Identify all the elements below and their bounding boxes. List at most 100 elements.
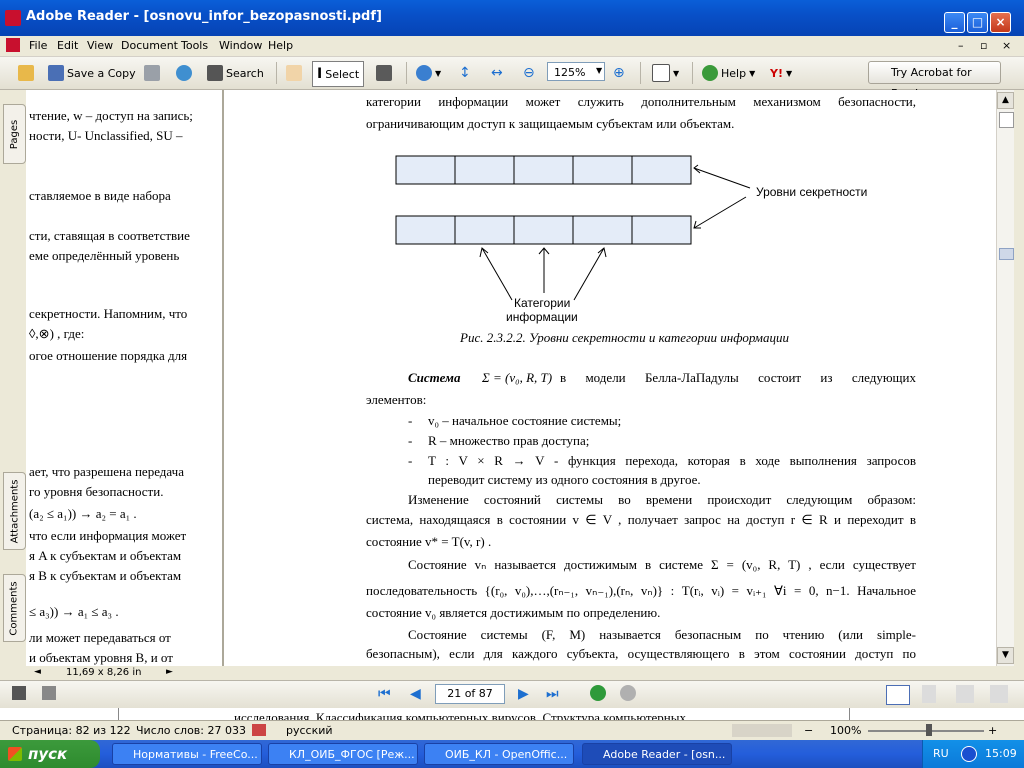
task-openoffice[interactable]: ОИБ_КЛ - OpenOffic...	[424, 743, 574, 765]
help-icon	[702, 65, 718, 81]
menu-window[interactable]: Window	[219, 39, 262, 52]
left-line: я A к субъектам и объектам	[29, 548, 182, 563]
zoom-in-button[interactable]: ⊕	[613, 62, 625, 84]
doc-text: v₀ – начальное состояние системы;	[428, 413, 622, 428]
level-cell	[454, 155, 515, 185]
tab-comments[interactable]: Comments	[3, 574, 26, 642]
close-button[interactable]: ×	[990, 12, 1011, 33]
continuous-facing-view-button[interactable]	[990, 685, 1008, 703]
zoom-out-button[interactable]: ⊖	[523, 62, 535, 84]
rotate-button[interactable]: ▼	[652, 62, 679, 84]
scroll-left-icon[interactable]: ◄	[34, 667, 41, 677]
doc-text: переводит систему из одного состояния в …	[428, 472, 701, 487]
menu-bar: File Edit View Document Tools Window Hel…	[0, 36, 1024, 57]
page-number-input[interactable]: 21 of 87	[435, 684, 505, 704]
scroll-right-icon[interactable]: ►	[166, 667, 173, 677]
doc-text: последовательность {(r₀, v₀),…,(rₙ₋₁, vₙ…	[366, 583, 916, 598]
navigation-tabs: Pages Attachments Comments	[0, 90, 27, 678]
doc-minimize-button[interactable]: –	[958, 39, 964, 52]
tab-pages[interactable]: Pages	[3, 104, 26, 164]
menu-edit[interactable]: Edit	[57, 39, 78, 52]
task-word-document[interactable]: КЛ_ОИБ_ФГОС [Реж...	[268, 743, 418, 765]
category-cell	[572, 215, 633, 245]
try-acrobat-button[interactable]: Try Acrobat for Free!	[868, 61, 1001, 100]
maximize-button[interactable]: □	[967, 12, 988, 33]
minus-icon[interactable]: −	[804, 724, 813, 737]
document-view[interactable]: категории информации может служить допол…	[224, 90, 996, 666]
snapshot-button[interactable]	[376, 62, 392, 84]
fit-page-button[interactable]: ↕	[459, 62, 471, 84]
single-page-view-button[interactable]	[886, 685, 910, 705]
tab-attachments[interactable]: Attachments	[3, 472, 26, 550]
scroll-up-icon[interactable]: ▲	[997, 92, 1014, 109]
continuous-view-button[interactable]	[922, 685, 936, 703]
search-button[interactable]: Search	[207, 62, 264, 84]
doc-restore-button[interactable]: ▫	[980, 39, 987, 52]
zoom-level: 100%	[830, 724, 862, 737]
scroll-thumb[interactable]	[999, 248, 1014, 260]
go-forward-button[interactable]	[620, 685, 636, 701]
task-freecommander[interactable]: Нормативы - FreeCo...	[112, 743, 262, 765]
print-button[interactable]	[144, 62, 160, 84]
minus-circle-icon: ⊖	[523, 65, 535, 81]
last-page-button[interactable]: ⏭	[546, 686, 559, 702]
left-line: ≤ a₃)) → a₁ ≤ a₃ .	[29, 604, 119, 619]
bullet-dash: -	[408, 433, 413, 448]
doc-text: R – множество прав доступа;	[428, 433, 590, 448]
menu-document[interactable]: Document	[121, 39, 178, 52]
hand-tool-button[interactable]	[286, 62, 302, 84]
doc-text: система, находящаяся в состоянии v ∈ V ,…	[366, 512, 916, 527]
zoom-dropdown-icon[interactable]: ▼	[596, 66, 602, 75]
vertical-scrollbar[interactable]: ▲ ▼	[996, 90, 1014, 666]
zoom-slider-thumb[interactable]	[926, 724, 932, 736]
save-copy-button[interactable]: Save a Copy	[48, 62, 136, 84]
spellcheck-icon[interactable]	[252, 724, 266, 736]
fit-height-icon: ↕	[459, 65, 471, 81]
facing-view-button[interactable]	[956, 685, 974, 703]
arrow-to-levels	[693, 164, 751, 189]
menu-file[interactable]: File	[29, 39, 47, 52]
previous-page-button[interactable]: ◀	[410, 686, 421, 702]
document-icon[interactable]	[6, 38, 20, 52]
select-tool-button[interactable]: I Select	[312, 61, 365, 87]
task-adobe-reader[interactable]: Adobe Reader - [osn...	[582, 743, 732, 765]
open-button[interactable]	[18, 62, 34, 84]
tray-arrow-icon[interactable]	[961, 746, 977, 762]
folder-icon	[18, 65, 34, 81]
background-text: исследования. Классификация компьютерных…	[234, 710, 686, 720]
email-button[interactable]	[176, 62, 192, 84]
doc-text: категории информации может служить допол…	[366, 94, 916, 109]
view-layout-icons[interactable]	[732, 724, 792, 737]
left-page-view[interactable]: чтение, w – доступ на запись; ности, U- …	[26, 90, 224, 666]
menu-tools[interactable]: Tools	[181, 39, 208, 52]
panel-toggle-icon[interactable]	[12, 686, 26, 700]
adobe-reader-icon[interactable]	[5, 10, 21, 26]
yahoo-button[interactable]: Y! ▼	[770, 62, 792, 84]
menu-help[interactable]: Help	[268, 39, 293, 52]
system-tray: RU 15:09	[922, 740, 1024, 768]
language[interactable]: русский	[286, 724, 333, 737]
doc-close-button[interactable]: ×	[1002, 39, 1011, 52]
doc-text: Состояние системы (F, M) называется безо…	[408, 627, 916, 642]
hand-icon	[286, 65, 302, 81]
scroll-down-icon[interactable]: ▼	[997, 647, 1014, 664]
next-page-button[interactable]: ▶	[518, 686, 529, 702]
split-handle[interactable]	[999, 112, 1014, 128]
level-cell	[513, 155, 574, 185]
doc-text: ограничивающим доступ к защищаемым субъе…	[366, 116, 735, 131]
fit-width-button[interactable]: ↔	[491, 62, 503, 84]
minimize-button[interactable]: _	[944, 12, 965, 33]
zoom-in-tool-button[interactable]: ▼	[416, 62, 441, 84]
plus-icon[interactable]: +	[988, 724, 997, 737]
chevron-down-icon: ▼	[673, 68, 680, 78]
windows-logo-icon	[8, 747, 22, 761]
left-line: что если информация может	[29, 528, 187, 543]
full-screen-icon[interactable]	[42, 686, 56, 700]
language-indicator[interactable]: RU	[933, 747, 949, 760]
first-page-button[interactable]: ⏮	[378, 686, 391, 702]
help-button[interactable]: Help ▼	[702, 62, 755, 84]
go-back-button[interactable]	[590, 685, 606, 701]
menu-view[interactable]: View	[87, 39, 113, 52]
camera-icon	[376, 65, 392, 81]
floppy-icon	[48, 65, 64, 81]
